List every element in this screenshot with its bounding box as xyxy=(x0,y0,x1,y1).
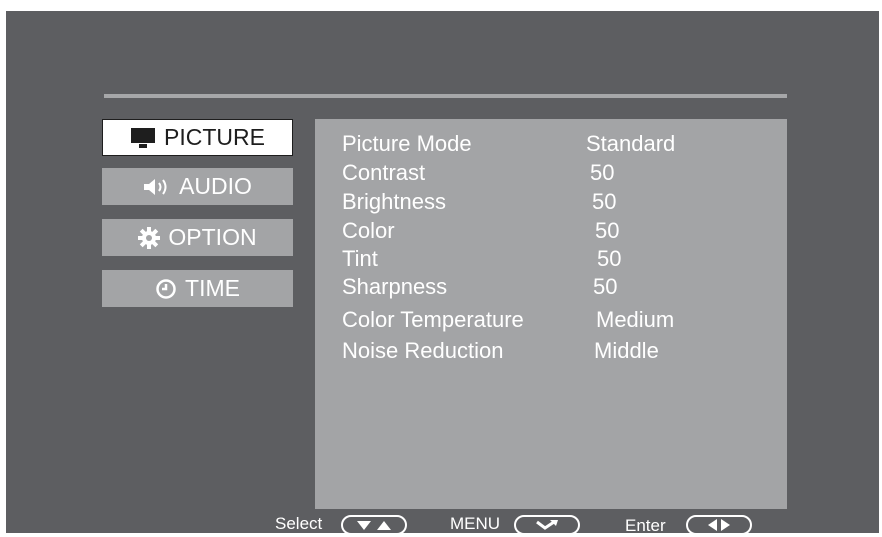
setting-value: 50 xyxy=(597,246,622,271)
tab-picture-label: PICTURE xyxy=(164,124,265,150)
enter-hint-label: Enter xyxy=(625,516,666,535)
setting-tint[interactable]: Tint 50 xyxy=(315,246,787,272)
setting-picture-mode[interactable]: Picture Mode Standard xyxy=(315,131,787,157)
setting-sharpness[interactable]: Sharpness 50 xyxy=(315,274,787,300)
speaker-icon xyxy=(143,177,171,197)
tab-time-label: TIME xyxy=(185,275,240,301)
tab-option-label: OPTION xyxy=(168,224,257,250)
up-down-arrows-icon xyxy=(341,515,407,535)
settings-panel: Picture Mode Standard Contrast 50 Bright… xyxy=(315,119,787,509)
setting-brightness[interactable]: Brightness 50 xyxy=(315,189,787,215)
top-divider xyxy=(104,94,787,98)
setting-value: Middle xyxy=(594,338,659,363)
setting-label: Noise Reduction xyxy=(342,338,504,363)
setting-value: Medium xyxy=(596,307,675,332)
return-arrow-icon xyxy=(514,515,580,535)
setting-color-temperature[interactable]: Color Temperature Medium xyxy=(315,307,787,333)
setting-label: Brightness xyxy=(342,189,446,214)
setting-label: Sharpness xyxy=(342,274,448,299)
setting-color[interactable]: Color 50 xyxy=(315,218,787,244)
tab-audio[interactable]: AUDIO xyxy=(102,168,293,205)
setting-label: Color Temperature xyxy=(342,307,524,332)
setting-label: Color xyxy=(342,218,395,243)
setting-value: Standard xyxy=(586,131,676,156)
setting-label: Picture Mode xyxy=(342,131,472,156)
clock-icon xyxy=(155,278,177,300)
setting-value: 50 xyxy=(590,160,615,185)
menu-hint-label: MENU xyxy=(450,514,501,533)
tab-picture[interactable]: PICTURE xyxy=(102,119,293,156)
setting-label: Tint xyxy=(342,246,378,271)
setting-noise-reduction[interactable]: Noise Reduction Middle xyxy=(315,338,787,364)
gear-icon xyxy=(138,226,161,249)
left-right-arrows-icon xyxy=(686,515,752,535)
setting-value: 50 xyxy=(595,218,620,243)
tab-time[interactable]: TIME xyxy=(102,270,293,307)
setting-label: Contrast xyxy=(342,160,426,185)
tab-option[interactable]: OPTION xyxy=(102,219,293,256)
monitor-icon xyxy=(130,127,156,149)
setting-contrast[interactable]: Contrast 50 xyxy=(315,160,787,186)
select-hint-label: Select xyxy=(275,514,323,533)
setting-value: 50 xyxy=(592,189,617,214)
setting-value: 50 xyxy=(593,274,618,299)
tab-audio-label: AUDIO xyxy=(179,173,252,199)
